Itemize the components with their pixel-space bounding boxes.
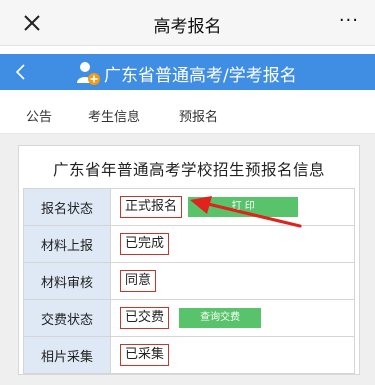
table-row: 交费状态 已交费 查询交费 <box>23 299 355 337</box>
registration-info-card: 广东省年普通高考学校招生预报名信息 报名状态 正式报名 打 印 材料上报 已完成… <box>18 145 360 375</box>
banner: 广东省普通高考/学考报名 <box>0 54 375 90</box>
photo-capture-value: 已采集 <box>120 344 170 366</box>
tab-bar: 公告 考生信息 预报名 <box>0 96 375 134</box>
row-label: 材料上报 <box>23 225 111 263</box>
row-value-cell: 同意 <box>110 262 355 300</box>
banner-title: 广东省普通高考/学考报名 <box>104 66 297 86</box>
query-payment-button[interactable]: 查询交费 <box>179 308 262 328</box>
app-titlebar: 高考报名 ··· <box>0 0 375 46</box>
print-button[interactable]: 打 印 <box>188 197 299 217</box>
row-value-cell: 已交费 查询交费 <box>110 299 355 337</box>
table-row: 相片采集 已采集 <box>23 336 355 374</box>
row-label: 报名状态 <box>23 188 111 226</box>
page-title: 高考报名 <box>153 17 222 37</box>
materials-report-value: 已完成 <box>120 233 170 255</box>
row-value-cell: 已采集 <box>110 336 355 374</box>
tab-pre-registration[interactable]: 预报名 <box>179 106 218 125</box>
registration-status-value: 正式报名 <box>120 196 183 218</box>
table-row: 材料审核 同意 <box>23 262 355 300</box>
row-value-cell: 已完成 <box>110 225 355 263</box>
row-label: 相片采集 <box>23 336 111 374</box>
registration-info-table: 报名状态 正式报名 打 印 材料上报 已完成 材料审核 同意 交费状态 已交费 … <box>23 188 355 374</box>
materials-review-value: 同意 <box>120 270 157 292</box>
table-row: 材料上报 已完成 <box>23 225 355 263</box>
user-plus-icon <box>77 62 100 85</box>
row-value-cell: 正式报名 打 印 <box>110 188 355 226</box>
more-icon[interactable]: ··· <box>339 10 359 31</box>
tab-candidate-info[interactable]: 考生信息 <box>88 106 140 125</box>
back-icon[interactable] <box>10 59 32 85</box>
tab-announcement[interactable]: 公告 <box>26 106 52 125</box>
payment-status-value: 已交费 <box>120 307 170 329</box>
table-row: 报名状态 正式报名 打 印 <box>23 188 355 226</box>
row-label: 交费状态 <box>23 299 111 337</box>
card-title: 广东省年普通高考学校招生预报名信息 <box>52 161 325 179</box>
row-label: 材料审核 <box>23 262 111 300</box>
